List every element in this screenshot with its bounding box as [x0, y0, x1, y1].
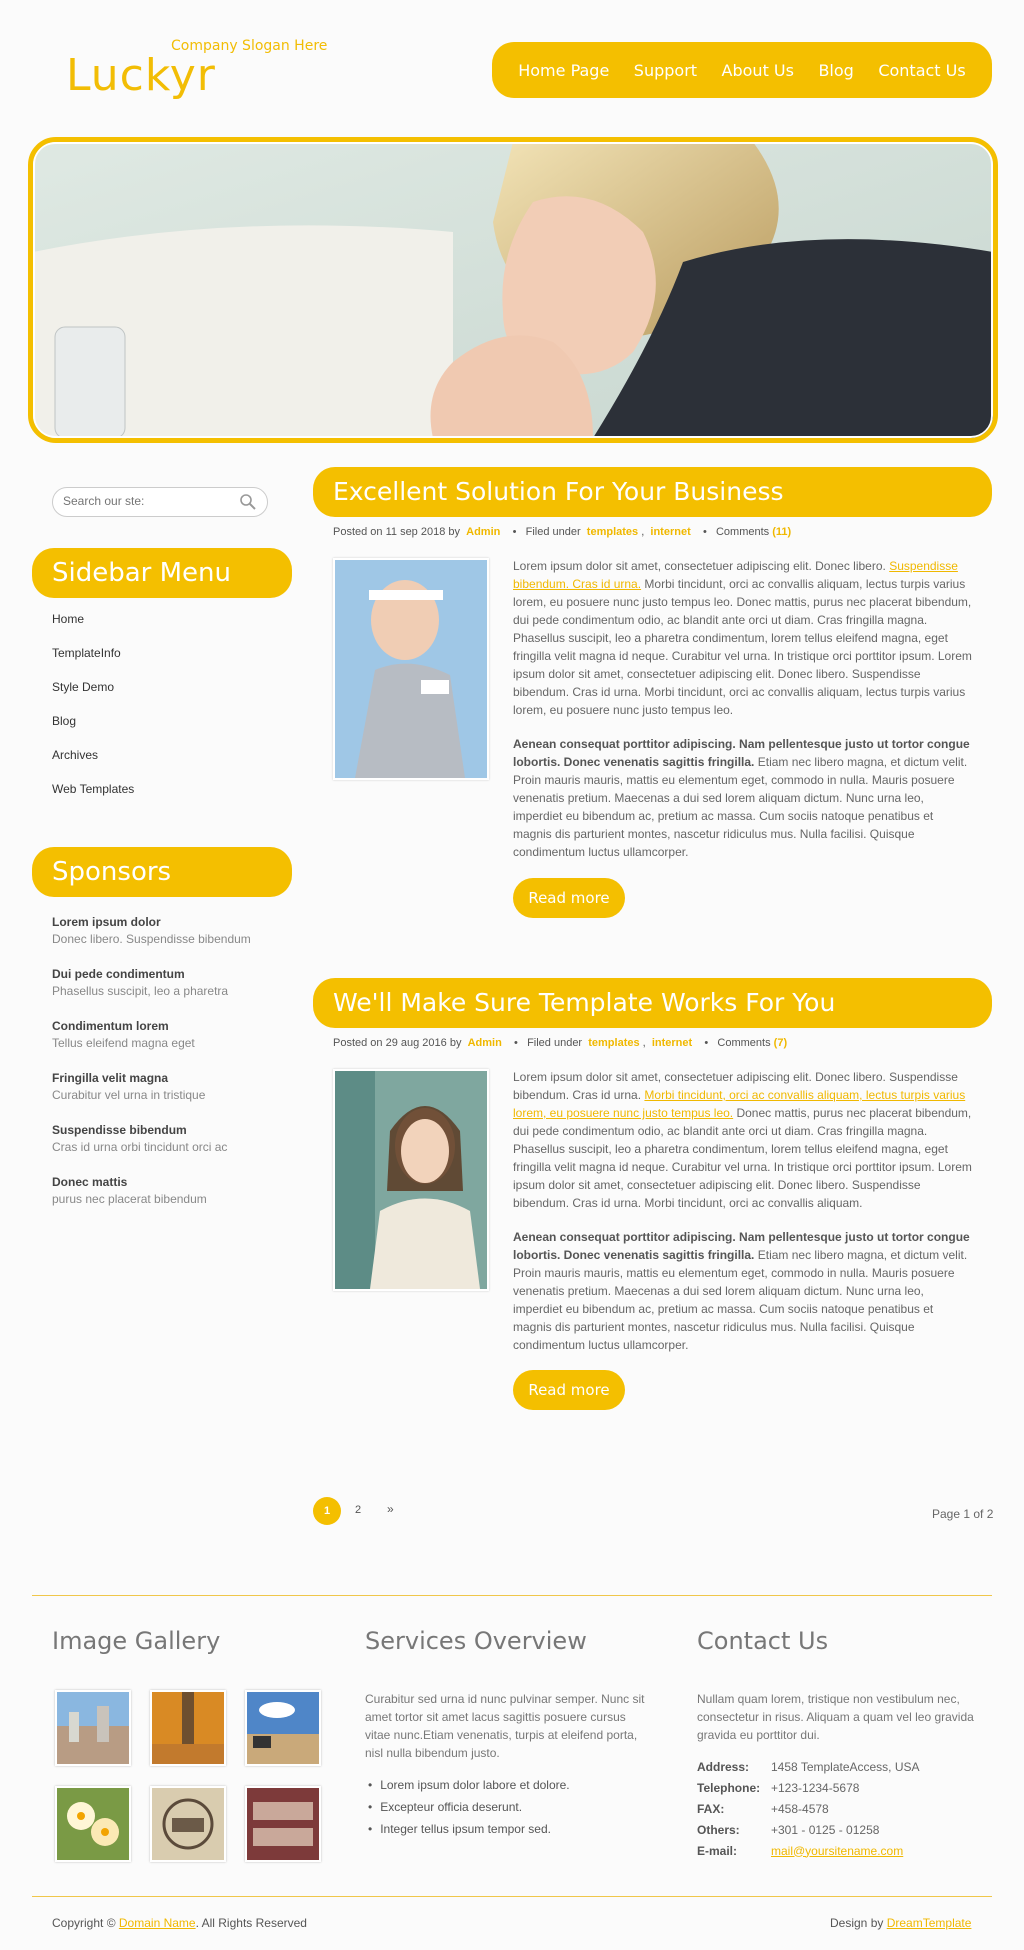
- nav-contact-us[interactable]: Contact Us: [878, 61, 965, 80]
- domain-name-link[interactable]: Domain Name: [119, 1916, 196, 1930]
- page-count-label: Page 1 of 2: [932, 1507, 994, 1521]
- contact-text: Nullam quam lorem, tristique non vestibu…: [697, 1692, 974, 1742]
- sidebar-menu: Home TemplateInfo Style Demo Blog Archiv…: [52, 612, 134, 816]
- gallery-thumb[interactable]: [55, 1690, 131, 1766]
- services-list-item: Integer tellus ipsum tempor sed.: [368, 1822, 570, 1844]
- sponsors-title: Sponsors: [32, 847, 292, 897]
- nav-support[interactable]: Support: [634, 61, 697, 80]
- sponsor-item[interactable]: Fringilla velit magna Curabitur vel urna …: [52, 1071, 251, 1123]
- category-link[interactable]: templates: [587, 526, 638, 538]
- contact-others: +301 - 0125 - 01258: [771, 1822, 880, 1837]
- services-list-item: Excepteur officia deserunt.: [368, 1800, 570, 1822]
- post-body: Lorem ipsum dolor sit amet, consectetuer…: [513, 559, 972, 859]
- pagination-next-arrow[interactable]: »: [387, 1502, 394, 1516]
- pagination-current-page[interactable]: 1: [313, 1497, 341, 1525]
- sponsor-item[interactable]: Condimentum lorem Tellus eleifend magna e…: [52, 1019, 251, 1071]
- post-meta: Posted on 29 aug 2016 by Admin • Filed u…: [333, 1037, 788, 1049]
- pagination-page-2[interactable]: 2: [355, 1504, 361, 1516]
- nav-home-page[interactable]: Home Page: [518, 61, 609, 80]
- gallery-thumb[interactable]: [150, 1786, 226, 1862]
- nav-about-us[interactable]: About Us: [722, 61, 794, 80]
- sponsor-item[interactable]: Donec mattis purus nec placerat bibendum: [52, 1175, 251, 1227]
- copyright: Copyright © Domain Name. All Rights Rese…: [52, 1916, 307, 1930]
- sidebar-menu-title: Sidebar Menu: [32, 548, 292, 598]
- comments-link[interactable]: (11): [772, 526, 791, 538]
- read-more-button[interactable]: Read more: [513, 878, 625, 918]
- search-input[interactable]: [63, 494, 233, 508]
- read-more-button[interactable]: Read more: [513, 1370, 625, 1410]
- gallery-title: Image Gallery: [52, 1627, 221, 1655]
- post-author-link[interactable]: Admin: [468, 1037, 502, 1049]
- comments-link[interactable]: (7): [774, 1037, 787, 1049]
- gallery-thumb[interactable]: [245, 1786, 321, 1862]
- contact-title: Contact Us: [697, 1627, 829, 1655]
- nav-blog[interactable]: Blog: [818, 61, 853, 80]
- sidebar-item-archives[interactable]: Archives: [52, 748, 134, 782]
- sidebar-item-home[interactable]: Home: [52, 612, 134, 646]
- services-list: Lorem ipsum dolor labore et dolore. Exce…: [368, 1778, 570, 1844]
- sidebar-item-web-templates[interactable]: Web Templates: [52, 782, 134, 816]
- site-logo[interactable]: Luckyr: [66, 50, 216, 101]
- services-text: Curabitur sed urna id nunc pulvinar semp…: [365, 1692, 645, 1760]
- gallery-thumb[interactable]: [150, 1690, 226, 1766]
- category-link[interactable]: templates: [588, 1037, 639, 1049]
- contact-address: 1458 TemplateAccess, USA: [771, 1759, 920, 1774]
- top-navigation: Home Page Support About Us Blog Contact …: [492, 42, 992, 98]
- services-title: Services Overview: [365, 1627, 587, 1655]
- search-box: [52, 487, 268, 517]
- contact-details: Address: 1458 TemplateAccess, USA Telepho…: [697, 1756, 920, 1861]
- sponsor-item[interactable]: Dui pede condimentum Phasellus suscipit, …: [52, 967, 251, 1019]
- sponsors-list: Lorem ipsum dolor Donec libero. Suspendis…: [52, 915, 251, 1227]
- design-credit: Design by DreamTemplate: [830, 1916, 972, 1930]
- gallery-thumb[interactable]: [245, 1690, 321, 1766]
- dreamtemplate-link[interactable]: DreamTemplate: [887, 1916, 972, 1930]
- footer-bottom-divider: [32, 1896, 992, 1897]
- post-image: [333, 1069, 489, 1291]
- sponsor-item[interactable]: Lorem ipsum dolor Donec libero. Suspendis…: [52, 915, 251, 967]
- search-icon[interactable]: [239, 493, 257, 511]
- sidebar-item-style-demo[interactable]: Style Demo: [52, 680, 134, 714]
- sidebar-item-templateinfo[interactable]: TemplateInfo: [52, 646, 134, 680]
- category-link[interactable]: internet: [652, 1037, 692, 1049]
- sponsor-item[interactable]: Suspendisse bibendum Cras id urna orbi ti…: [52, 1123, 251, 1175]
- services-list-item: Lorem ipsum dolor labore et dolore.: [368, 1778, 569, 1800]
- post-title[interactable]: Excellent Solution For Your Business: [313, 467, 992, 517]
- footer-divider: [32, 1595, 992, 1596]
- gallery-thumb[interactable]: [55, 1786, 131, 1862]
- category-link[interactable]: internet: [650, 526, 690, 538]
- contact-fax: +458-4578: [771, 1801, 829, 1816]
- sidebar-item-blog[interactable]: Blog: [52, 714, 134, 748]
- post-author-link[interactable]: Admin: [466, 526, 500, 538]
- contact-telephone: +123-1234-5678: [771, 1780, 860, 1795]
- post-title[interactable]: We'll Make Sure Template Works For You: [313, 978, 992, 1028]
- post-image: [333, 558, 489, 780]
- hero-banner: [28, 137, 998, 443]
- post-meta: Posted on 11 sep 2018 by Admin • Filed u…: [333, 526, 792, 538]
- contact-email-link[interactable]: mail@yoursitename.com: [771, 1844, 903, 1858]
- post-body: Lorem ipsum dolor sit amet, consectetuer…: [513, 1070, 972, 1352]
